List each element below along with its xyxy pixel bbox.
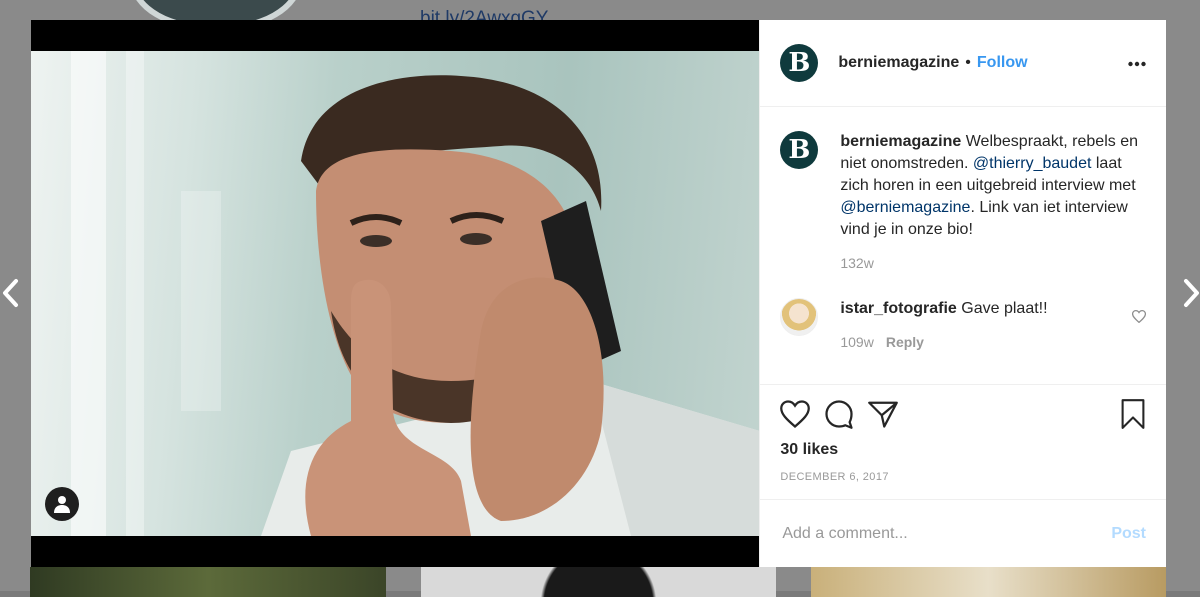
- share-button[interactable]: [868, 400, 899, 428]
- heart-icon: [780, 400, 811, 428]
- caption-timestamp[interactable]: 132w: [840, 255, 1145, 271]
- avatar-letter: B: [788, 135, 811, 165]
- mention-link[interactable]: @berniemagazine: [840, 199, 970, 216]
- post-media: [31, 20, 760, 567]
- grid-thumbnail[interactable]: [30, 567, 386, 597]
- separator-dot: •: [965, 54, 971, 71]
- previous-post-button[interactable]: [0, 276, 26, 310]
- comment-icon: [825, 400, 853, 429]
- post-sidebar: B berniemagazine • Follow B berniemagazi…: [759, 20, 1166, 567]
- reply-button[interactable]: Reply: [886, 334, 924, 350]
- comment-meta: 109w Reply: [840, 334, 1047, 350]
- share-icon: [868, 401, 899, 428]
- follow-button[interactable]: Follow: [977, 54, 1028, 72]
- commenter-username[interactable]: istar_fotografie: [840, 300, 956, 317]
- next-post-button[interactable]: [1178, 276, 1200, 310]
- post-header: B berniemagazine • Follow: [760, 20, 1166, 107]
- chevron-left-icon: [3, 279, 18, 307]
- heart-icon: [1131, 310, 1147, 324]
- author-username[interactable]: berniemagazine: [838, 54, 959, 72]
- post-date[interactable]: December 6, 2017: [780, 471, 1146, 483]
- grid-thumbnail[interactable]: [421, 567, 776, 597]
- tagged-users-button[interactable]: [45, 487, 79, 521]
- action-bar: [780, 397, 1146, 431]
- like-button[interactable]: [780, 400, 811, 428]
- caption-username[interactable]: berniemagazine: [840, 133, 961, 150]
- grid-thumbnail[interactable]: [811, 567, 1166, 597]
- caption: B berniemagazine Welbespraakt, rebels en…: [780, 131, 1146, 271]
- commenter-avatar[interactable]: [780, 298, 819, 336]
- avatar-letter: B: [788, 48, 811, 78]
- add-comment-bar: Post: [760, 499, 1166, 567]
- portrait-illustration: [71, 51, 760, 536]
- caption-avatar[interactable]: B: [780, 131, 819, 169]
- chevron-right-icon: [1184, 279, 1199, 307]
- caption-text: berniemagazine Welbespraakt, rebels en n…: [840, 131, 1145, 241]
- more-options-button[interactable]: [1128, 54, 1146, 72]
- comment-input[interactable]: [780, 523, 1112, 544]
- more-options-icon: [1128, 61, 1146, 67]
- save-button[interactable]: [1120, 399, 1146, 429]
- comment-timestamp[interactable]: 109w: [840, 334, 873, 350]
- author-avatar[interactable]: B: [780, 44, 819, 82]
- mention-link[interactable]: @thierry_baudet: [973, 155, 1092, 172]
- comment-item: istar_fotografie Gave plaat!! 109w Reply: [780, 298, 1147, 350]
- post-photo[interactable]: [31, 51, 760, 536]
- comment-button[interactable]: [824, 399, 854, 429]
- user-tag-icon: [54, 496, 70, 513]
- comments-section: B berniemagazine Welbespraakt, rebels en…: [760, 107, 1166, 384]
- likes-count[interactable]: 30 likes: [780, 441, 1146, 459]
- post-comment-button[interactable]: Post: [1111, 525, 1146, 543]
- post-modal: B berniemagazine • Follow B berniemagazi…: [31, 20, 1166, 567]
- comment-like-button[interactable]: [1131, 310, 1147, 328]
- comment-body: Gave plaat!!: [956, 300, 1048, 317]
- bookmark-icon: [1121, 399, 1145, 429]
- comment-text: istar_fotografie Gave plaat!!: [840, 298, 1047, 320]
- post-actions: 30 likes December 6, 2017: [760, 384, 1166, 499]
